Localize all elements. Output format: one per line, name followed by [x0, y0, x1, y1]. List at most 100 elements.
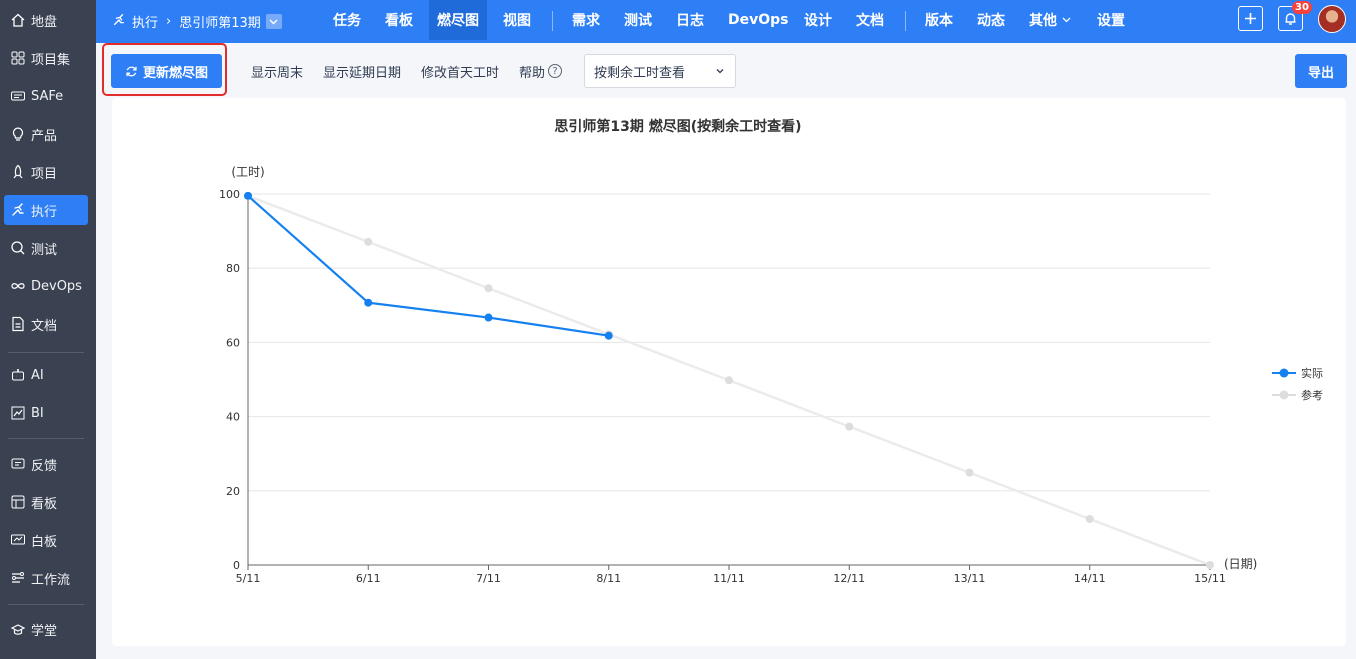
breadcrumb-current[interactable]: 思引师第13期	[179, 12, 261, 31]
sidebar-item-12[interactable]: 看板	[4, 487, 88, 517]
avatar[interactable]	[1318, 5, 1346, 33]
nav-tab-5[interactable]: 测试	[616, 0, 660, 40]
refresh-icon	[126, 66, 137, 76]
nav-tab-label: 测试	[624, 13, 652, 29]
sidebar-item-label: BI	[31, 405, 44, 421]
sidebar-item-label: SAFe	[31, 88, 64, 104]
sidebar-item-label: AI	[31, 367, 44, 383]
chevron-right-icon: ›	[166, 14, 172, 29]
nav-tab-1[interactable]: 看板	[377, 0, 421, 40]
sidebar-item-8[interactable]: 文档	[4, 309, 88, 339]
nav-tab-2[interactable]: 燃尽图	[429, 0, 487, 40]
workflow-icon	[10, 570, 26, 586]
run-icon	[10, 202, 26, 218]
run-icon	[112, 13, 126, 31]
chevron-down-icon	[1062, 17, 1071, 23]
sidebar-item-label: 反馈	[31, 458, 58, 474]
sidebar-item-15[interactable]: 学堂	[4, 614, 88, 644]
nav-tab-3[interactable]: 视图	[495, 0, 539, 40]
sidebar-item-10[interactable]: BI	[4, 398, 88, 428]
school-icon	[10, 621, 26, 637]
sidebar-item-label: 项目集	[31, 52, 71, 68]
sidebar-item-1[interactable]: 项目集	[4, 43, 88, 73]
sidebar-item-label: 白板	[31, 534, 58, 550]
sidebar-item-11[interactable]: 反馈	[4, 449, 88, 479]
nav-tab-label: 其他	[1029, 13, 1057, 29]
nav-tab-10[interactable]: 版本	[917, 0, 961, 40]
chevron-down-icon[interactable]	[265, 14, 282, 29]
chart-panel	[112, 98, 1346, 646]
sidebar-item-2[interactable]: SAFe	[4, 81, 88, 111]
nav-tab-13[interactable]: 设置	[1089, 0, 1133, 40]
sidebar-item-label: 地盘	[31, 14, 58, 30]
sidebar-item-label: 看板	[31, 496, 58, 512]
plus-icon	[1245, 13, 1256, 24]
help-icon: ?	[548, 64, 563, 78]
nav-tab-8[interactable]: 设计	[796, 0, 840, 40]
nav-tab-label: 任务	[333, 13, 361, 29]
nav-tab-label: 日志	[676, 13, 704, 29]
nav-tab-label: 版本	[925, 13, 953, 29]
sidebar: 地盘 项目集 SAFe 产品 项目 执行 测试 DevOps 文档 AI BI 反馈 看板 白板 工作流 学堂	[0, 0, 96, 659]
nav-tab-label: DevOps	[728, 12, 789, 28]
nav-tab-9[interactable]: 文档	[848, 0, 892, 40]
whiteboard-icon	[10, 532, 26, 548]
nav-separator	[905, 11, 906, 31]
help-label: 帮助	[519, 65, 546, 81]
breadcrumb-root[interactable]: 执行	[132, 12, 158, 31]
nav-tab-7[interactable]: DevOps	[720, 0, 797, 40]
sidebar-item-9[interactable]: AI	[4, 360, 88, 390]
robot-icon	[10, 367, 26, 383]
show-delay-toggle[interactable]: 显示延期日期	[323, 54, 401, 88]
nav-separator	[552, 11, 553, 31]
kanban-icon	[10, 494, 26, 510]
search-icon	[10, 240, 26, 256]
top-navbar: 执行 › 思引师第13期 任务 看板 燃尽图 视图 需求 测试 日志 DevOps 设计 文档 版本…	[96, 0, 1356, 43]
sidebar-item-4[interactable]: 项目	[4, 157, 88, 187]
update-burndown-label: 更新燃尽图	[142, 65, 208, 81]
infinity-icon	[10, 278, 26, 294]
sidebar-item-label: 项目	[31, 166, 58, 182]
export-button[interactable]: 导出	[1295, 54, 1347, 88]
document-icon	[10, 316, 26, 332]
nav-tab-label: 文档	[856, 13, 884, 29]
view-mode-value: 按剩余工时查看	[594, 65, 686, 81]
nav-tab-12[interactable]: 其他	[1021, 0, 1079, 40]
help-link[interactable]: 帮助 ?	[519, 54, 563, 88]
sidebar-item-label: 执行	[31, 204, 58, 220]
chart-title: 思引师第13期 燃尽图(按剩余工时查看)	[554, 119, 802, 135]
sidebar-item-6[interactable]: 测试	[4, 233, 88, 263]
nav-tab-label: 需求	[572, 13, 600, 29]
sidebar-item-7[interactable]: DevOps	[4, 271, 88, 301]
notification-badge: 30	[1292, 1, 1312, 14]
sidebar-item-label: 工作流	[31, 572, 71, 588]
chevron-down-icon	[716, 69, 724, 74]
nav-tab-label: 设计	[804, 13, 832, 29]
chart-icon	[10, 405, 26, 421]
sidebar-item-14[interactable]: 工作流	[4, 563, 88, 593]
sidebar-item-5[interactable]: 执行	[4, 195, 88, 225]
nav-tab-label: 动态	[977, 13, 1005, 29]
nav-tab-6[interactable]: 日志	[668, 0, 712, 40]
sidebar-divider	[8, 604, 84, 605]
nav-tab-11[interactable]: 动态	[969, 0, 1013, 40]
nav-tab-label: 视图	[503, 13, 531, 29]
sidebar-item-13[interactable]: 白板	[4, 525, 88, 555]
rocket-icon	[10, 164, 26, 180]
nav-tab-0[interactable]: 任务	[325, 0, 369, 40]
sidebar-item-label: 测试	[31, 242, 58, 258]
update-burndown-button[interactable]: 更新燃尽图	[111, 54, 222, 88]
sidebar-divider	[8, 352, 84, 353]
sidebar-divider	[8, 438, 84, 439]
sidebar-item-label: 文档	[31, 318, 58, 334]
add-button[interactable]	[1238, 6, 1263, 31]
sidebar-item-0[interactable]: 地盘	[4, 5, 88, 35]
sidebar-item-label: 学堂	[31, 623, 58, 639]
view-mode-select[interactable]: 按剩余工时查看	[584, 54, 736, 88]
nav-tab-label: 看板	[385, 13, 413, 29]
edit-first-day-button[interactable]: 修改首天工时	[421, 54, 499, 88]
home-icon	[10, 12, 26, 28]
show-weekend-toggle[interactable]: 显示周末	[251, 54, 303, 88]
nav-tab-label: 设置	[1097, 13, 1125, 29]
nav-tab-4[interactable]: 需求	[564, 0, 608, 40]
